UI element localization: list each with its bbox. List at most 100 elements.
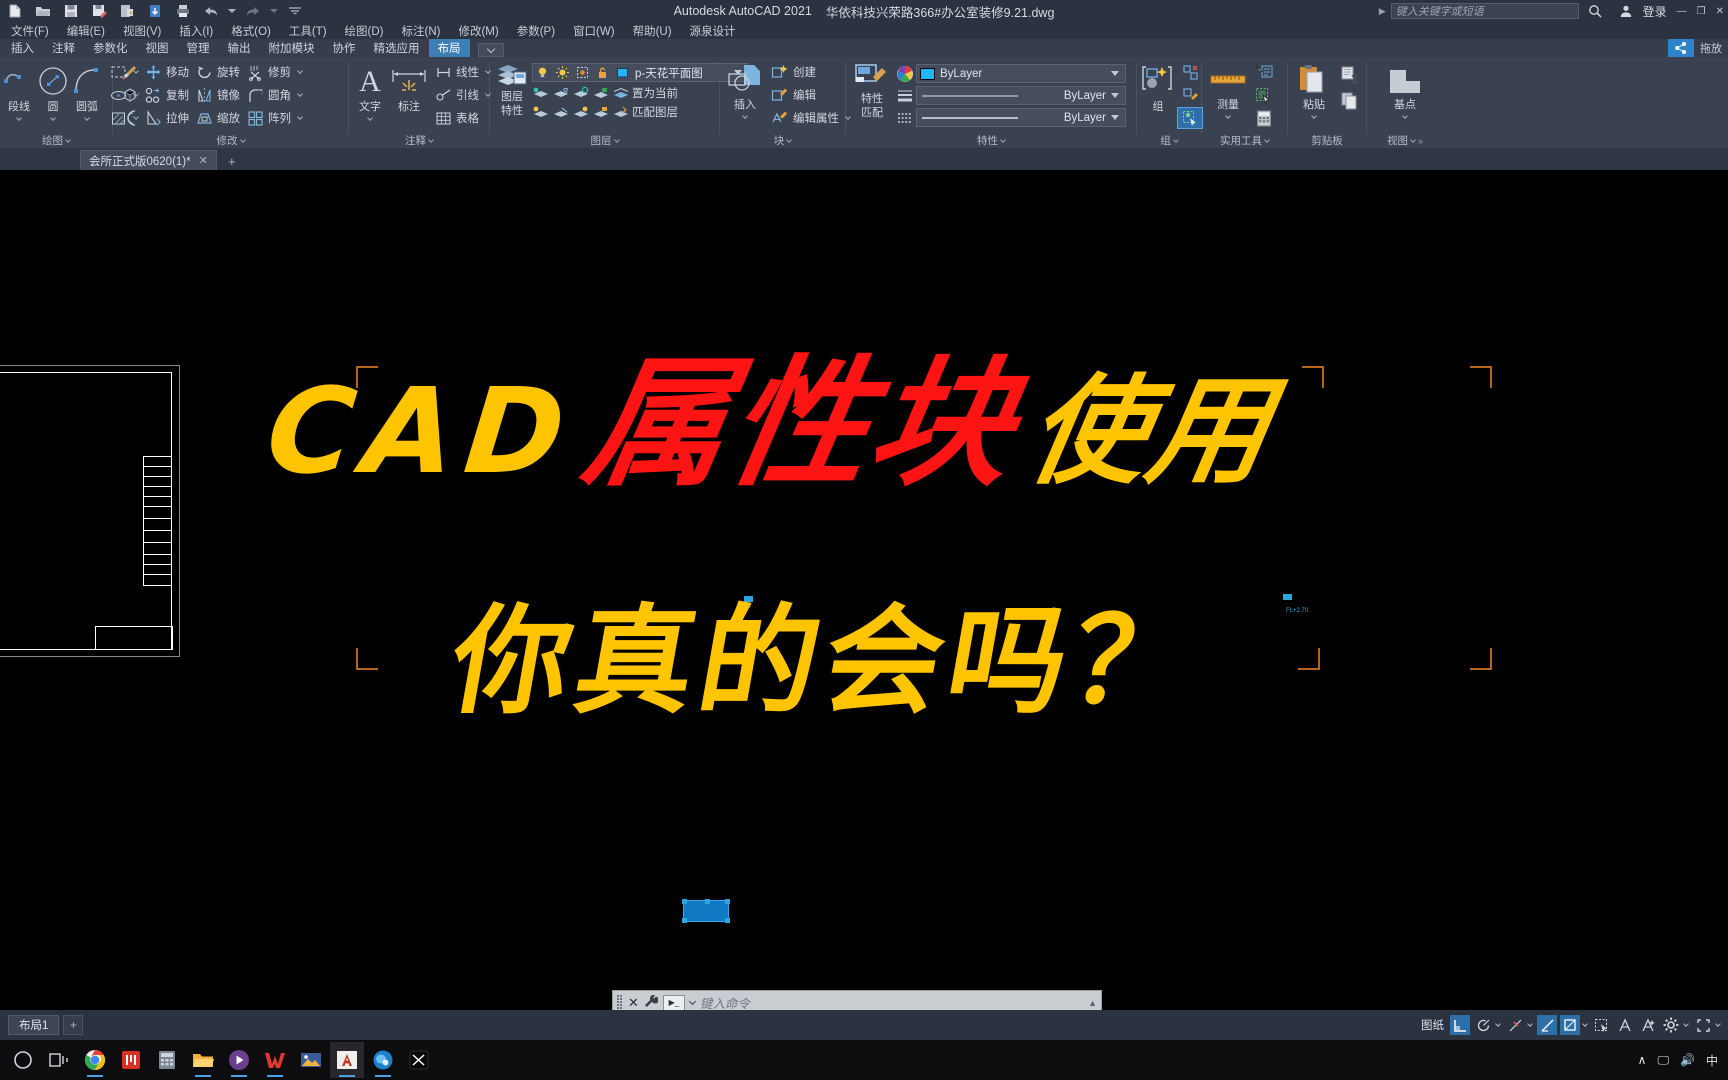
layout-tab-layout1[interactable]: 布局1 (8, 1015, 60, 1035)
restore-button[interactable]: ❐ (1697, 6, 1706, 17)
layer-unisolate-icon[interactable] (552, 84, 570, 102)
close-button[interactable]: ✕ (1716, 6, 1724, 17)
annotation-scale-icon[interactable] (1615, 1015, 1635, 1035)
lineweight-list-icon[interactable] (896, 86, 914, 105)
ribbon-button-calculator[interactable] (1252, 107, 1276, 129)
photos-icon[interactable] (294, 1042, 328, 1078)
linetype-dropdown[interactable]: ByLayer (916, 86, 1126, 105)
workspace-switch-icon[interactable] (1638, 1015, 1658, 1035)
freeze-icon[interactable] (575, 65, 590, 80)
ribbon-button-polyline[interactable]: 段线 (4, 61, 34, 121)
tab-output[interactable]: 输出 (219, 39, 260, 57)
chevron-down-icon[interactable] (50, 115, 56, 121)
media-player-icon[interactable] (222, 1042, 256, 1078)
chevron-down-icon[interactable] (742, 113, 748, 119)
ribbon-button-measure[interactable]: 测量 (1206, 61, 1250, 119)
capcut-icon[interactable] (402, 1042, 436, 1078)
tab-featured-apps[interactable]: 精选应用 (365, 39, 429, 57)
layer-on-icon[interactable] (532, 103, 550, 121)
drawing-canvas[interactable]: 1.0 FL+2.70 CAD 属性块 使用 你真的会吗？ (0, 170, 1728, 1010)
chevron-down-icon[interactable] (1582, 1021, 1588, 1027)
undo-icon[interactable] (198, 1, 224, 22)
ribbon-button-group-selection-toggle[interactable] (1177, 107, 1203, 129)
ribbon-button-match-properties[interactable]: 特性 匹配 (850, 61, 894, 119)
tray-display-icon[interactable]: 🖵 (1657, 1053, 1669, 1068)
chevron-down-icon[interactable] (239, 136, 246, 143)
close-icon[interactable]: ✕ (628, 995, 639, 1011)
tab-parametric[interactable]: 参数化 (84, 39, 137, 57)
chevron-down-icon[interactable] (1311, 113, 1317, 119)
chevron-down-icon[interactable] (1495, 1021, 1501, 1027)
chevron-down-icon[interactable] (297, 68, 303, 74)
wrench-icon[interactable] (644, 994, 659, 1011)
wps-presentation-icon[interactable] (114, 1042, 148, 1078)
lightbulb-icon[interactable] (535, 65, 550, 80)
settings-gear-icon[interactable] (1661, 1015, 1681, 1035)
ribbon-button-explode[interactable] (117, 84, 141, 106)
chevron-down-icon[interactable] (1111, 71, 1119, 76)
color-wheel-icon[interactable] (896, 64, 914, 83)
set-current-layer-icon[interactable] (612, 84, 630, 102)
search-icon[interactable] (1583, 1, 1609, 22)
menu-item-modify[interactable]: 修改(M) (449, 22, 507, 39)
search-input[interactable]: 键入关键字或短语 (1390, 3, 1579, 19)
menu-item-parametric[interactable]: 参数(P) (508, 22, 564, 39)
tab-addins[interactable]: 附加模块 (260, 39, 324, 57)
lineweight-dropdown[interactable]: ByLayer (916, 108, 1126, 127)
selection-cycling-icon[interactable] (1592, 1015, 1612, 1035)
file-explorer-icon[interactable] (186, 1042, 220, 1078)
ribbon-button-array[interactable]: 阵列 (243, 107, 305, 129)
ribbon-button-create-block[interactable]: 创建 (768, 61, 853, 83)
ribbon-button-arc[interactable]: 圆弧 (72, 61, 102, 121)
tray-ime-icon[interactable]: 中 (1706, 1052, 1718, 1069)
ribbon-button-cut[interactable] (1338, 63, 1362, 87)
chevron-down-icon[interactable] (1527, 1021, 1533, 1027)
save-as-icon[interactable] (86, 1, 112, 22)
ribbon-button-stretch[interactable]: 拉伸 (141, 107, 192, 129)
chevron-down-icon[interactable] (1172, 136, 1179, 143)
menu-item-yuanquan[interactable]: 源泉设计 (681, 22, 745, 39)
ribbon-button-move[interactable]: 移动 (141, 61, 192, 83)
chevron-down-icon[interactable] (297, 91, 303, 97)
ribbon-button-circle[interactable]: 圆 (36, 61, 70, 121)
print-icon[interactable] (170, 1, 196, 22)
ribbon-button-quick-select[interactable] (1252, 61, 1276, 83)
new-tab-button[interactable]: + (221, 152, 243, 170)
command-line-grip[interactable] (617, 994, 623, 1012)
ribbon-button-linear[interactable]: 线性 (431, 61, 493, 83)
menu-item-file[interactable]: 文件(F) (2, 22, 58, 39)
ribbon-button-ungroup[interactable] (1177, 61, 1203, 83)
share-icon[interactable] (1668, 39, 1694, 57)
ribbon-button-label[interactable]: 匹配图层 (632, 104, 678, 120)
command-expand-icon[interactable]: ▲ (1088, 998, 1097, 1008)
layer-lock-icon[interactable] (592, 84, 610, 102)
login-button[interactable]: 登录 (1643, 3, 1667, 20)
menu-item-tools[interactable]: 工具(T) (280, 22, 336, 39)
wps-office-icon[interactable] (258, 1042, 292, 1078)
ribbon-button-table[interactable]: 表格 (431, 107, 493, 129)
layer-dropdown[interactable]: p-天花平面图 (532, 63, 748, 82)
layer-thaw-icon[interactable] (572, 103, 590, 121)
ribbon-button-fillet[interactable]: 圆角 (243, 84, 305, 106)
tab-manage[interactable]: 管理 (178, 39, 219, 57)
layer-unlock-icon[interactable] (592, 103, 610, 121)
tab-insert[interactable]: 插入 (2, 39, 43, 57)
chevron-down-icon[interactable] (1410, 136, 1416, 143)
chevron-down-icon[interactable] (65, 136, 71, 143)
chevron-down-icon[interactable] (84, 115, 90, 121)
tab-annotate[interactable]: 注释 (43, 39, 84, 57)
menu-item-view[interactable]: 视图(V) (114, 22, 170, 39)
save-icon[interactable] (58, 1, 84, 22)
ribbon-button-mirror[interactable]: 镜像 (192, 84, 243, 106)
chevron-down-icon[interactable] (1111, 93, 1119, 98)
chevron-down-icon[interactable] (1264, 136, 1270, 143)
ribbon-button-label[interactable]: 置为当前 (632, 85, 678, 101)
ribbon-button-leader[interactable]: 引线 (431, 84, 493, 106)
cloud-sync-icon[interactable] (142, 1, 168, 22)
menu-item-edit[interactable]: 编辑(E) (58, 22, 114, 39)
selected-block-highlight[interactable] (682, 899, 730, 923)
sun-icon[interactable] (555, 65, 570, 80)
redo-dropdown-icon[interactable] (268, 1, 280, 22)
qat-dropdown-icon[interactable] (282, 1, 308, 22)
ribbon-button-select-all[interactable] (1252, 84, 1276, 106)
